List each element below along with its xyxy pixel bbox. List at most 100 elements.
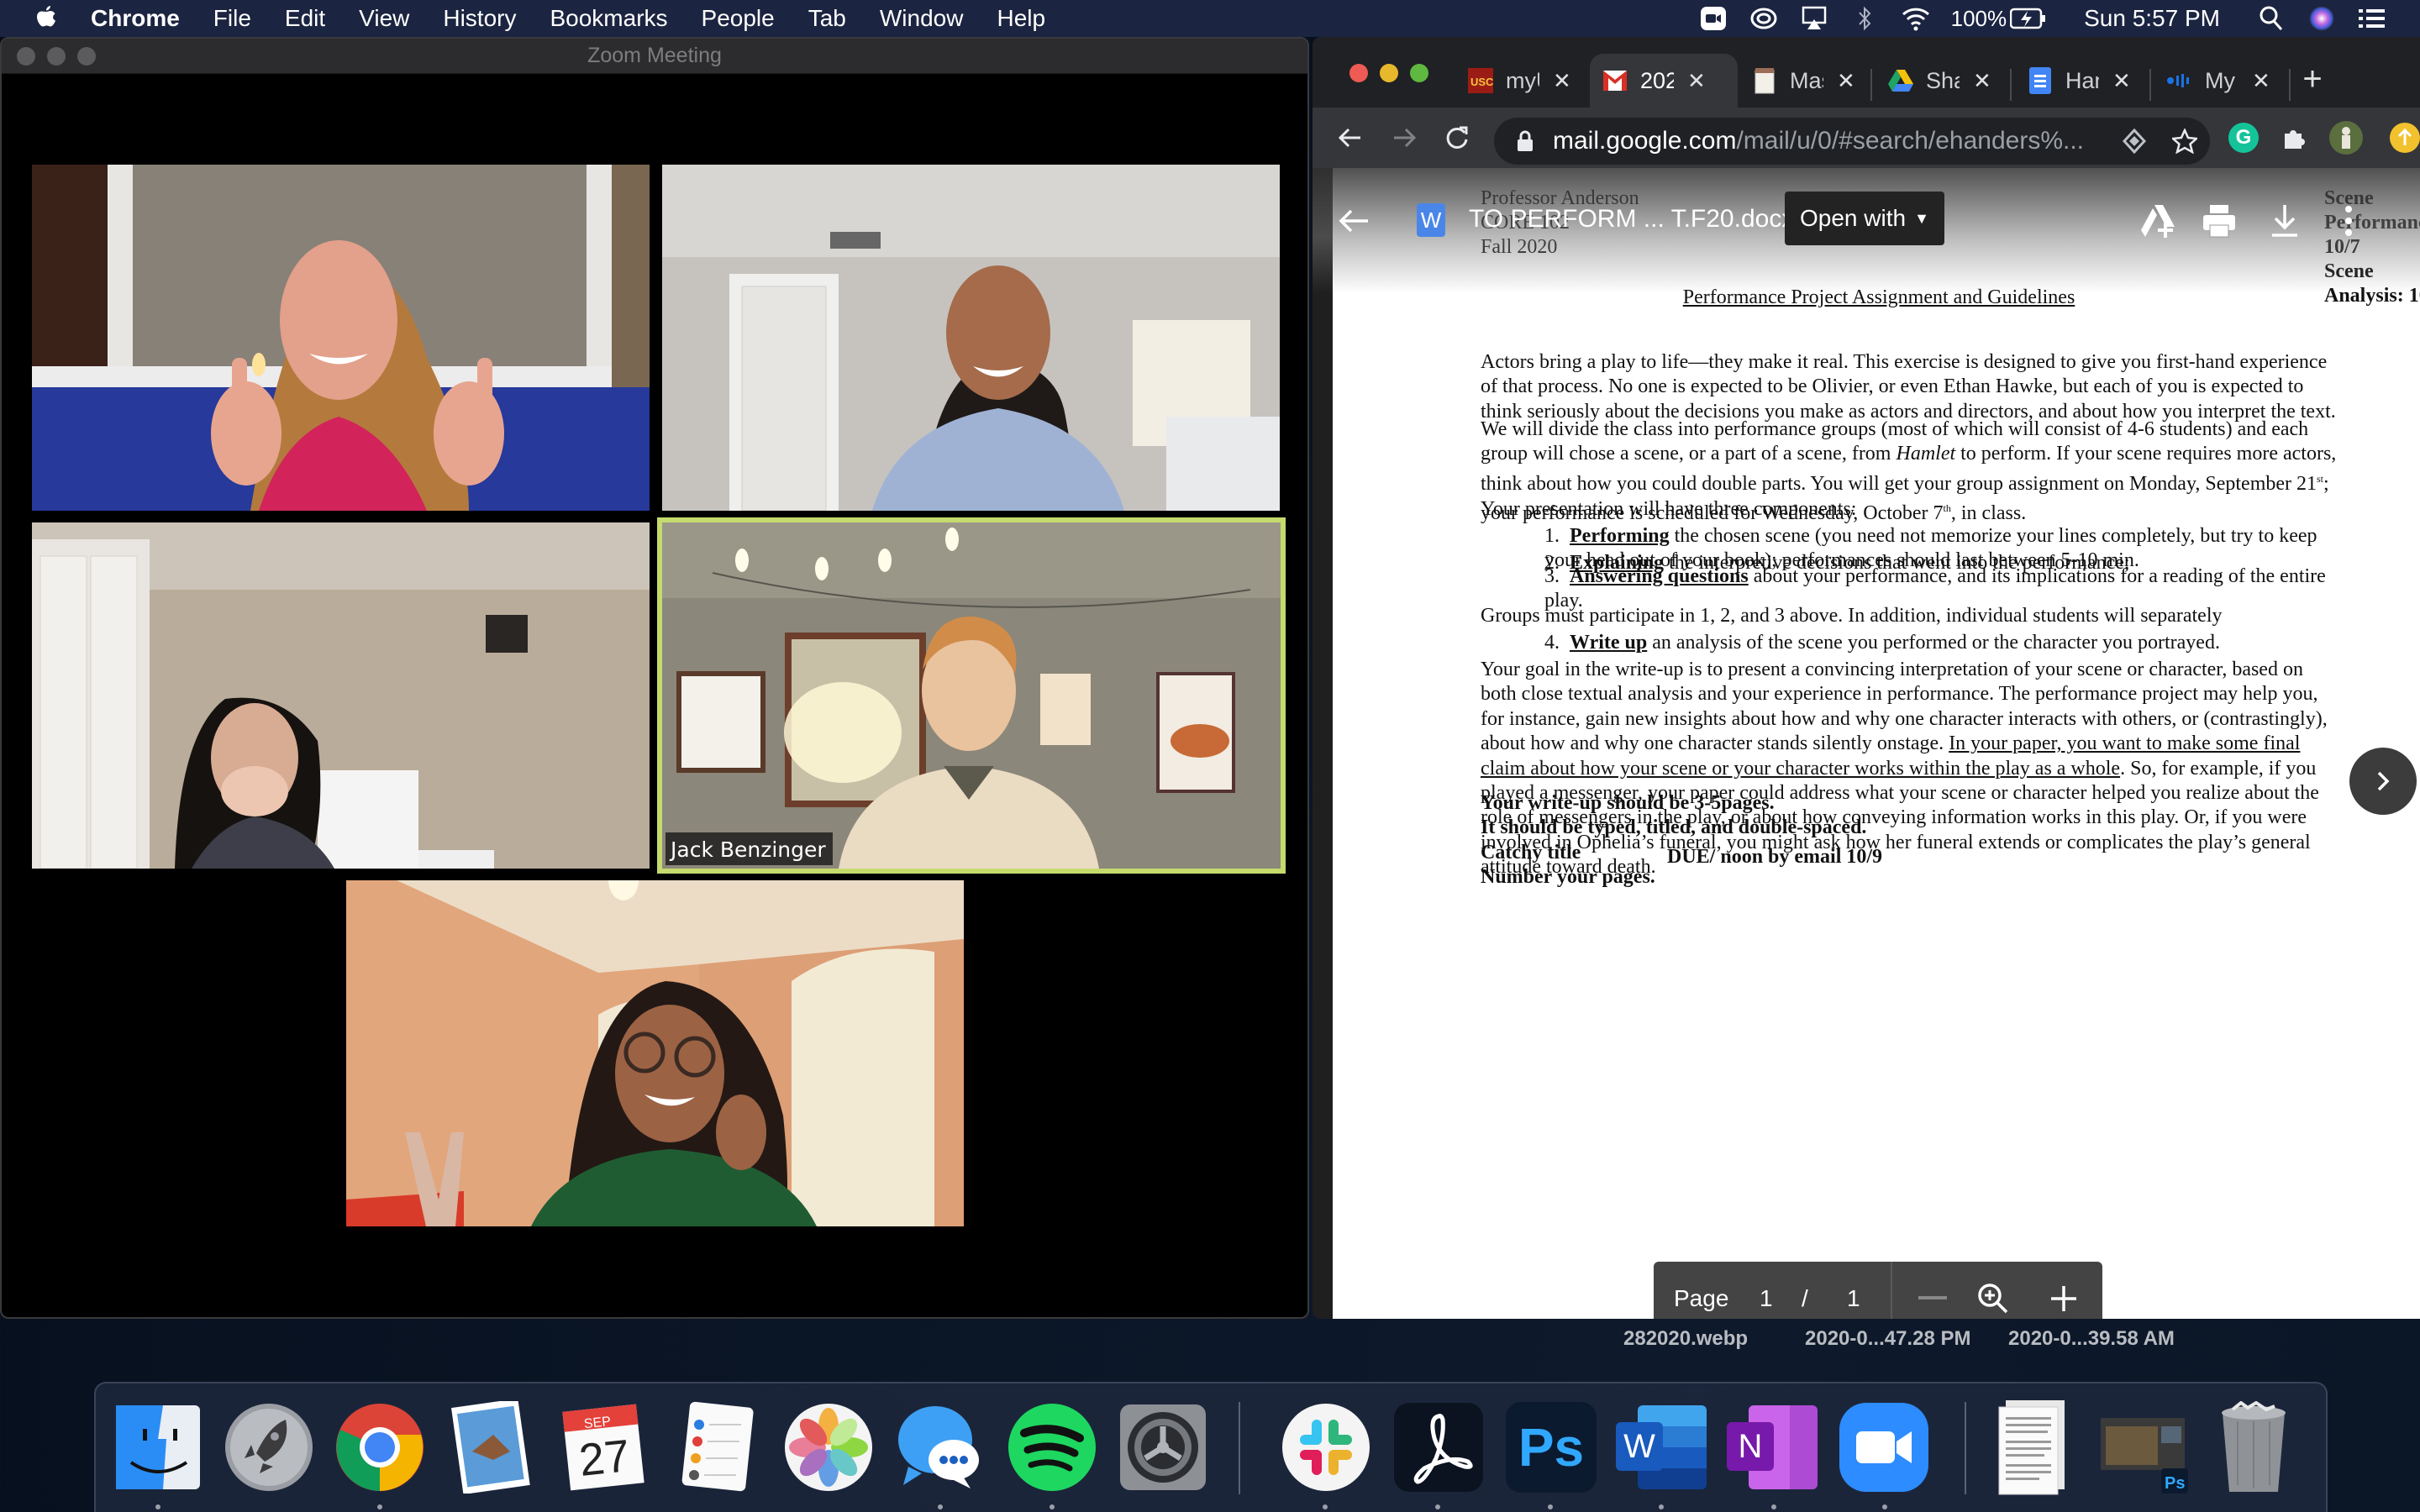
- creative-cloud-icon[interactable]: [1749, 4, 1778, 33]
- zoom-magnifier-icon[interactable]: [1975, 1280, 2012, 1317]
- dock-document-stack[interactable]: [1985, 1400, 2079, 1495]
- spotlight-icon[interactable]: [2257, 4, 2286, 33]
- acrobat-icon: [1394, 1403, 1483, 1492]
- extensions-puzzle-icon[interactable]: [2279, 123, 2309, 153]
- grammarly-icon[interactable]: G: [2228, 123, 2259, 153]
- dock-spotify[interactable]: [1005, 1400, 1099, 1494]
- dock-calendar[interactable]: SEP 27: [556, 1400, 650, 1494]
- close-tab-icon[interactable]: ✕: [1973, 68, 1991, 94]
- address-bar[interactable]: mail.google.com/mail/u/0/#search/ehander…: [1494, 118, 2210, 165]
- desktop-file-label[interactable]: 2020-0...39.58 AM: [2008, 1327, 2175, 1351]
- menu-chrome[interactable]: Chrome: [91, 5, 180, 32]
- dock-photos[interactable]: [781, 1400, 876, 1494]
- wifi-icon[interactable]: [1901, 4, 1929, 33]
- minimize-window-button[interactable]: [1380, 64, 1398, 82]
- viewer-toolbar: W TO PERFORM ... T.F20.docx Open with ▼: [1313, 168, 2420, 294]
- dock-launchpad[interactable]: [222, 1400, 316, 1494]
- dock-acrobat[interactable]: [1392, 1400, 1486, 1494]
- zoom-status-icon[interactable]: [1699, 4, 1728, 33]
- new-tab-button[interactable]: +: [2296, 60, 2329, 98]
- tab-drive[interactable]: Sha ✕: [1876, 54, 2007, 108]
- close-window-button[interactable]: [1349, 64, 1368, 82]
- dock-finder[interactable]: [111, 1400, 205, 1494]
- open-with-button[interactable]: Open with ▼: [1785, 192, 1944, 245]
- trash-icon: [2222, 1401, 2286, 1492]
- doc-list-item: 4. Write up an analysis of the scene you…: [1544, 632, 2220, 654]
- next-file-button[interactable]: [2349, 748, 2417, 815]
- add-to-drive-icon[interactable]: [2139, 202, 2178, 240]
- apple-menu-icon[interactable]: [34, 4, 59, 33]
- tab-gmail[interactable]: 202 ✕: [1590, 54, 1738, 108]
- profile-avatar[interactable]: [2329, 121, 2363, 155]
- dock-chrome[interactable]: [333, 1400, 427, 1494]
- print-icon[interactable]: [2200, 202, 2238, 240]
- extension-diamond-icon[interactable]: [2121, 128, 2148, 155]
- menu-edit[interactable]: Edit: [285, 5, 325, 32]
- battery-charging-icon[interactable]: [2010, 4, 2047, 33]
- menubar-clock[interactable]: Sun 5:57 PM: [2084, 5, 2220, 32]
- participant-video-tile[interactable]: [346, 880, 964, 1226]
- menu-bookmarks[interactable]: Bookmarks: [550, 5, 667, 32]
- dock-photoshop[interactable]: Ps: [1504, 1400, 1598, 1494]
- photoshop-icon: Ps: [1506, 1402, 1597, 1493]
- menu-history[interactable]: History: [443, 5, 516, 32]
- dock-onenote[interactable]: N: [1726, 1400, 1820, 1494]
- tab-mas[interactable]: Mas ✕: [1739, 54, 1870, 108]
- desktop-file-label[interactable]: 2020-0...47.28 PM: [1805, 1327, 1970, 1351]
- siri-icon[interactable]: [2307, 4, 2336, 33]
- tab-docs[interactable]: Han ✕: [2015, 54, 2146, 108]
- dock-photoshop-file-stack[interactable]: Ps: [2096, 1400, 2190, 1494]
- dock-messages[interactable]: [894, 1400, 988, 1494]
- svg-text:USC: USC: [1470, 76, 1493, 88]
- update-chrome-icon[interactable]: [2390, 123, 2420, 153]
- doc-paragraph: Your presentation will have three compon…: [1481, 498, 1857, 520]
- menu-help[interactable]: Help: [997, 5, 1045, 32]
- airplay-icon[interactable]: [1800, 4, 1828, 33]
- forward-button[interactable]: [1388, 121, 1422, 155]
- viewer-back-button[interactable]: [1334, 202, 1373, 240]
- dock-system-preferences[interactable]: [1116, 1400, 1210, 1494]
- doc-paragraph: Actors bring a play to life—they make it…: [1481, 351, 2336, 423]
- menu-tab[interactable]: Tab: [808, 5, 846, 32]
- calendar-icon: SEP27: [562, 1404, 644, 1491]
- desktop-file-label[interactable]: 282020.webp: [1623, 1327, 1748, 1351]
- chrome-icon: [336, 1404, 424, 1491]
- menu-window[interactable]: Window: [880, 5, 964, 32]
- notification-center-icon[interactable]: [2358, 4, 2386, 33]
- bluetooth-icon[interactable]: [1850, 4, 1879, 33]
- otter-icon: [2166, 67, 2193, 94]
- dock-mail[interactable]: [444, 1400, 538, 1494]
- dock-reminders[interactable]: [669, 1400, 763, 1494]
- menu-file[interactable]: File: [213, 5, 251, 32]
- dock-trash[interactable]: [2207, 1400, 2301, 1494]
- participant-video-tile[interactable]: [662, 165, 1280, 511]
- back-button[interactable]: [1333, 121, 1366, 155]
- zoom-title-bar[interactable]: Zoom Meeting: [2, 39, 1307, 74]
- more-options-icon[interactable]: [2329, 202, 2368, 240]
- tab-otter[interactable]: My ✕: [2154, 54, 2286, 108]
- download-icon[interactable]: [2265, 202, 2304, 240]
- reload-button[interactable]: [1440, 121, 1474, 155]
- zoom-in-button[interactable]: [2045, 1280, 2082, 1317]
- close-tab-icon[interactable]: ✕: [1837, 68, 1855, 94]
- menu-people[interactable]: People: [702, 5, 775, 32]
- dock-slack[interactable]: [1279, 1400, 1373, 1494]
- tab-myusc[interactable]: USC myU ✕: [1455, 54, 1581, 108]
- bookmark-star-icon[interactable]: [2171, 128, 2198, 155]
- participant-video-tile[interactable]: [32, 522, 650, 869]
- zoom-out-button[interactable]: [1914, 1280, 1951, 1317]
- url-text[interactable]: mail.google.com/mail/u/0/#search/ehander…: [1553, 127, 2084, 155]
- gmail-icon: [1602, 67, 1628, 94]
- participant-video-tile[interactable]: [32, 165, 650, 511]
- dock-zoom[interactable]: [1837, 1400, 1931, 1494]
- battery-percentage[interactable]: 100%: [1951, 6, 2007, 32]
- fullscreen-window-button[interactable]: [1410, 64, 1428, 82]
- active-speaker-video-tile[interactable]: Jack Benzinger: [657, 517, 1286, 874]
- menu-view[interactable]: View: [359, 5, 409, 32]
- close-tab-icon[interactable]: ✕: [1687, 68, 1706, 94]
- close-tab-icon[interactable]: ✕: [2112, 68, 2131, 94]
- close-tab-icon[interactable]: ✕: [2252, 68, 2270, 94]
- current-page-input[interactable]: 1: [1760, 1285, 1773, 1312]
- dock-word[interactable]: W: [1615, 1400, 1709, 1494]
- close-tab-icon[interactable]: ✕: [1553, 68, 1571, 94]
